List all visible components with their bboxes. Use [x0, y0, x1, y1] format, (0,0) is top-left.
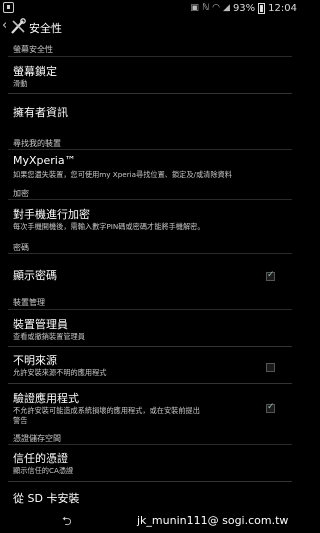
battery-icon	[258, 2, 266, 14]
setting-label: 螢幕鎖定	[13, 65, 57, 78]
page-title: 安全性	[29, 22, 62, 35]
setting-label: 從 SD 卡安裝	[13, 492, 80, 505]
verify-apps-checkbox[interactable]	[266, 402, 275, 413]
setting-summary: 顯示信任的CA憑證	[13, 466, 74, 475]
chevron-left-icon[interactable]: ‹	[2, 19, 7, 33]
setting-show-passwords[interactable]: 顯示密碼	[0, 254, 300, 292]
battery-percent: 93%	[232, 2, 256, 14]
navigation-bar: ⮌ jk_munin111@ sogi.com.tw	[0, 508, 300, 533]
setting-summary: 每次手機開機後，需輸入數字PIN碼或密碼才能將手機解密。	[13, 222, 205, 231]
setting-label: 驗證應用程式	[13, 392, 79, 405]
setting-label: 裝置管理員	[13, 318, 68, 331]
setting-owner-info[interactable]: 擁有者資訊	[0, 94, 300, 128]
watermark: jk_munin111@ sogi.com.tw	[137, 514, 289, 527]
section-header-find-device: 尋找我的裝置	[13, 139, 61, 148]
section-header-device-admin: 裝置管理	[13, 298, 45, 307]
back-nav-icon[interactable]: ⮌	[62, 512, 72, 533]
setting-label: 顯示密碼	[13, 269, 57, 282]
setting-label: MyXperia™	[13, 154, 76, 167]
setting-label: 擁有者資訊	[13, 106, 68, 119]
sim-icon: ▣	[190, 3, 199, 13]
setting-unknown-sources[interactable]: 不明來源 允許安裝來源不明的應用程式	[0, 347, 300, 383]
clock: 12:04	[268, 2, 297, 14]
setting-install-from-sd[interactable]: 從 SD 卡安裝	[0, 482, 300, 508]
setting-label: 對手機進行加密	[13, 208, 90, 221]
section-header-passwords: 密碼	[13, 243, 29, 252]
setting-encrypt-phone[interactable]: 對手機進行加密 每次手機開機後，需輸入數字PIN碼或密碼才能將手機解密。	[0, 200, 300, 238]
action-bar: ‹ 安全性	[0, 16, 300, 39]
section-header-screen-security: 螢幕安全性	[13, 45, 53, 54]
setting-summary: 滑動	[13, 79, 28, 88]
setting-summary: 不允許安裝可能造成系統損壞的應用程式，或在安裝前提出	[13, 406, 200, 415]
unknown-sources-checkbox[interactable]	[266, 363, 275, 372]
setting-verify-apps[interactable]: 驗證應用程式 不允許安裝可能造成系統損壞的應用程式，或在安裝前提出 警告	[0, 384, 300, 430]
screenshot-icon	[3, 2, 14, 13]
setting-screen-lock[interactable]: 螢幕鎖定 滑動	[0, 57, 300, 93]
setting-trusted-credentials[interactable]: 信任的憑證 顯示信任的CA憑證	[0, 445, 300, 481]
settings-list: 螢幕安全性 螢幕鎖定 滑動 擁有者資訊 尋找我的裝置 MyXperia™ 如果您…	[0, 38, 300, 508]
tools-icon[interactable]	[10, 18, 26, 35]
status-icons: ▣ ℕ ◠ ◢ 93% 12:04	[190, 1, 297, 15]
wifi-icon: ◠	[212, 3, 221, 13]
nfc-icon: ℕ	[201, 3, 210, 13]
setting-label: 不明來源	[13, 354, 57, 367]
status-bar: ▣ ℕ ◠ ◢ 93% 12:04	[0, 0, 300, 16]
setting-summary: 查看或撤銷裝置管理員	[13, 332, 85, 341]
setting-summary: 如果您遺失裝置，您可使用my Xperia尋找位置、鎖定及/或清除資料	[13, 170, 232, 179]
show-passwords-checkbox[interactable]	[266, 270, 275, 281]
setting-summary: 允許安裝來源不明的應用程式	[13, 368, 107, 377]
setting-myxperia[interactable]: MyXperia™ 如果您遺失裝置，您可使用my Xperia尋找位置、鎖定及/…	[0, 150, 300, 186]
setting-device-admins[interactable]: 裝置管理員 查看或撤銷裝置管理員	[0, 310, 300, 346]
section-header-credential-storage: 憑證儲存空間	[13, 434, 61, 443]
signal-icon: ◢	[223, 3, 230, 13]
setting-summary-line2: 警告	[13, 416, 28, 425]
setting-label: 信任的憑證	[13, 452, 68, 465]
section-header-encryption: 加密	[13, 189, 29, 198]
